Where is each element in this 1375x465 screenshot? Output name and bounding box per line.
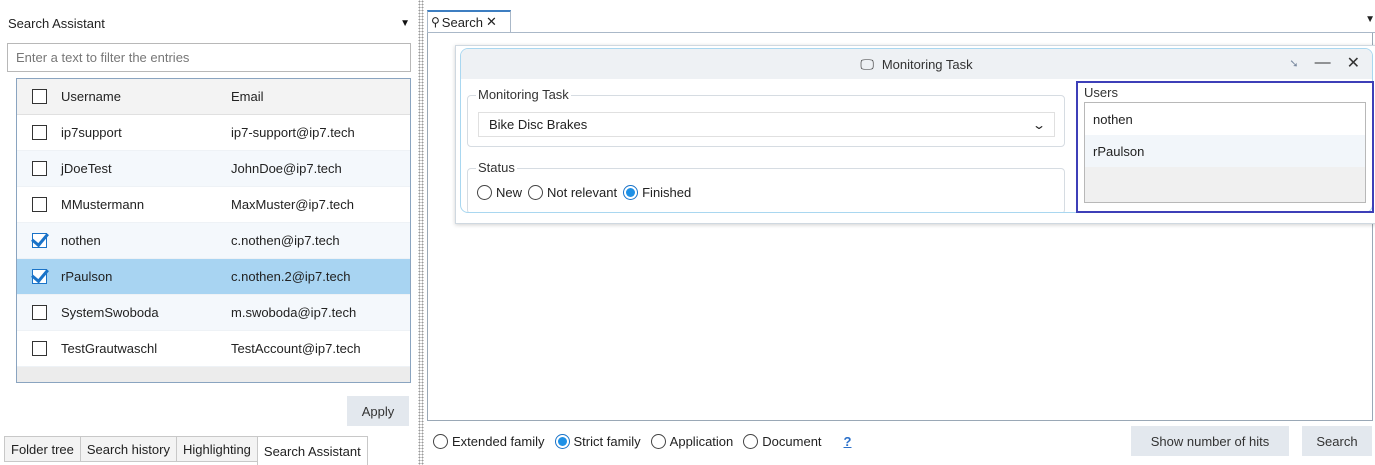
monitor-icon: 🖵 [860,55,874,72]
radio-circle-icon [528,185,544,200]
column-header-email[interactable]: Email [231,89,410,104]
radio-circle-icon [433,433,448,449]
row-checkbox[interactable] [31,269,47,284]
tab-overflow-icon[interactable]: ▼ [1365,14,1375,25]
radio-circle-icon [743,433,759,449]
grid-empty-area [17,367,410,382]
search-assistant-panel: Search Assistant ▼ Username Email ip7sup… [0,0,416,465]
users-group: Users nothen rPaulson [1076,81,1374,213]
select-all-checkbox[interactable] [31,89,47,104]
username-cell: rPaulson [61,269,113,284]
monitoring-task-title: Monitoring Task [881,56,973,72]
users-grid: Username Email ip7support ip7-support@ip7… [16,78,411,383]
row-checkbox[interactable] [31,341,47,356]
email-cell: c.nothen.2@ip7.tech [231,269,351,284]
email-cell: ip7-support@ip7.tech [231,125,355,140]
search-content: 🖵 Monitoring Task ➘ — ✕ Monitoring Task … [427,33,1375,421]
email-cell: MaxMuster@ip7.tech [231,197,355,212]
radio-selected-icon [554,433,570,449]
tab-folder-tree[interactable]: Folder tree [4,436,81,462]
radio-circle-icon [477,185,492,200]
scope-document-radio[interactable]: Document [743,433,822,449]
row-checkbox[interactable] [31,233,47,248]
panel-splitter[interactable] [418,0,424,465]
username-cell: TestGrautwaschl [61,341,158,356]
list-item[interactable]: rPaulson [1085,135,1365,167]
scope-application-radio[interactable]: Application [650,433,733,449]
table-row[interactable]: nothen c.nothen@ip7.tech [17,223,410,259]
search-doc-tab[interactable]: ⚲ Search ✕ [427,10,511,33]
table-row[interactable]: SystemSwoboda m.swoboda@ip7.tech [17,295,410,331]
status-not-relevant-radio[interactable]: Not relevant [528,185,617,200]
search-options-bar: Extended family Strict family Applicatio… [427,421,1373,461]
show-hits-button[interactable]: Show number of hits [1131,426,1289,456]
table-row[interactable]: rPaulson c.nothen.2@ip7.tech [17,259,410,295]
grid-header: Username Email [17,79,410,115]
email-cell: JohnDoe@ip7.tech [231,161,342,176]
radio-selected-icon [623,185,639,200]
minimize-icon[interactable]: — [1315,54,1331,72]
filter-input[interactable] [7,43,411,72]
users-list[interactable]: nothen rPaulson [1084,102,1366,203]
table-row[interactable]: ip7support ip7-support@ip7.tech [17,115,410,151]
table-row[interactable]: TestGrautwaschl TestAccount@ip7.tech [17,331,410,367]
column-header-username[interactable]: Username [61,89,231,104]
chevron-down-icon: ⌄ [1031,117,1047,132]
monitoring-task-card: 🖵 Monitoring Task ➘ — ✕ Monitoring Task … [455,45,1375,224]
row-checkbox[interactable] [31,305,47,320]
tab-search-history[interactable]: Search history [79,436,177,462]
users-label: Users [1084,85,1118,100]
left-panel-tabs: Folder tree Search history Highlighting … [4,436,368,465]
scope-extended-family-radio[interactable]: Extended family [433,433,545,449]
username-cell: nothen [61,233,101,248]
row-checkbox[interactable] [31,161,47,176]
monitoring-task-select[interactable]: Bike Disc Brakes ⌄ [478,112,1055,137]
close-icon[interactable]: ✕ [1347,53,1360,73]
table-row[interactable]: jDoeTest JohnDoe@ip7.tech [17,151,410,187]
help-link[interactable]: ? [844,434,852,449]
row-checkbox[interactable] [31,125,47,140]
tab-search-assistant[interactable]: Search Assistant [256,436,368,465]
scope-strict-family-radio[interactable]: Strict family [554,433,641,449]
username-cell: ip7support [61,125,122,140]
table-row[interactable]: MMustermann MaxMuster@ip7.tech [17,187,410,223]
monitoring-task-value: Bike Disc Brakes [489,117,588,132]
row-checkbox[interactable] [31,197,47,212]
username-cell: MMustermann [61,197,145,212]
search-document-area: ⚲ Search ✕ ▼ 🖵 Monitoring Task ➘ — ✕ Mon… [425,0,1375,465]
apply-button[interactable]: Apply [347,396,409,426]
status-finished-radio[interactable]: Finished [623,185,691,200]
monitoring-task-group: Monitoring Task Bike Disc Brakes ⌄ [467,87,1065,147]
radio-circle-icon [650,433,666,449]
search-button[interactable]: Search [1302,426,1372,456]
status-group: Status New Not relevant Finished [467,160,1065,212]
list-item[interactable]: nothen [1085,103,1365,135]
status-legend: Status [476,160,517,175]
tab-highlighting[interactable]: Highlighting [175,436,258,462]
status-new-radio[interactable]: New [477,185,522,200]
pin-icon[interactable]: ➘ [1289,57,1298,70]
panel-title: Search Assistant [8,15,105,31]
monitoring-task-titlebar: 🖵 Monitoring Task ➘ — ✕ [461,49,1372,79]
email-cell: c.nothen@ip7.tech [231,233,340,248]
email-cell: m.swoboda@ip7.tech [231,305,357,320]
username-cell: jDoeTest [61,161,112,176]
status-radios: New Not relevant Finished [477,185,697,200]
panel-header[interactable]: Search Assistant ▼ [4,12,414,34]
search-icon: ⚲ [431,15,440,29]
email-cell: TestAccount@ip7.tech [231,341,361,356]
search-tab-label: Search [441,14,483,30]
dropdown-triangle-icon[interactable]: ▼ [400,18,410,29]
username-cell: SystemSwoboda [61,305,159,320]
monitoring-task-legend: Monitoring Task [476,87,571,102]
close-tab-icon[interactable]: ✕ [486,14,497,30]
